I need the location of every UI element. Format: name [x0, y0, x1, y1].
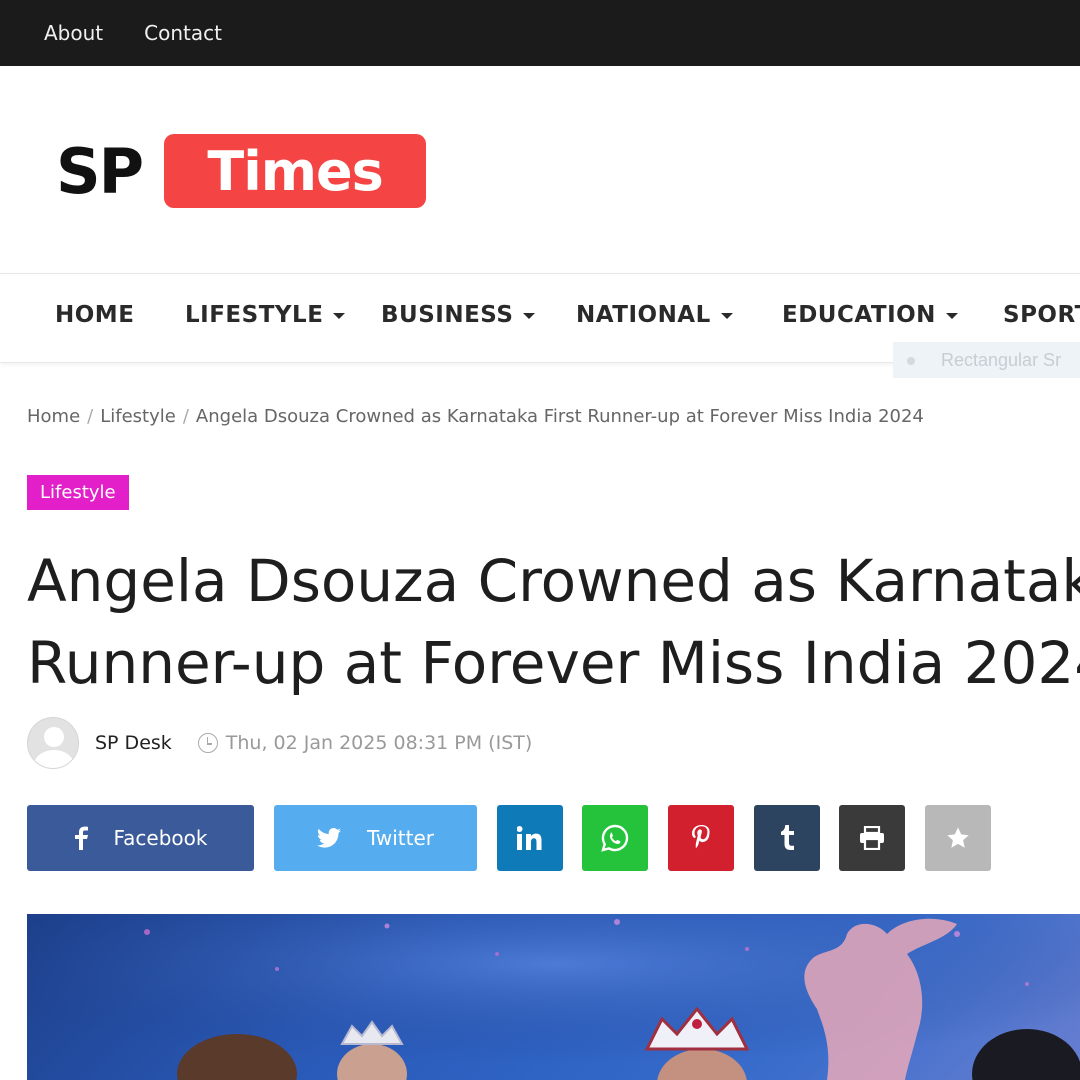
- nav-business-label: BUSINESS: [381, 302, 514, 328]
- nav-item-national[interactable]: NATIONAL: [576, 302, 733, 328]
- article-title-line-1: Angela Dsouza Crowned as Karnatak: [27, 547, 1080, 615]
- nav-home-label: HOME: [55, 302, 135, 328]
- nav-item-business[interactable]: BUSINESS: [381, 302, 536, 328]
- breadcrumb-current: Angela Dsouza Crowned as Karnataka First…: [195, 406, 924, 427]
- hero-photo-graphic: [27, 914, 1080, 1080]
- clock-icon: [197, 733, 218, 753]
- about-link[interactable]: About: [44, 21, 103, 45]
- article-meta: SP Desk Thu, 02 Jan 2025 08:31 PM (IST): [27, 717, 532, 769]
- twitter-icon: [316, 828, 341, 848]
- nav-item-sports[interactable]: SPORT: [1003, 302, 1080, 328]
- star-icon: [946, 826, 970, 850]
- breadcrumb: Home / Lifestyle / Angela Dsouza Crowned as …: [27, 406, 924, 427]
- share-whatsapp-button[interactable]: [582, 805, 648, 871]
- avatar[interactable]: [27, 717, 79, 769]
- nav-national-label: NATIONAL: [576, 302, 711, 328]
- chevron-down-icon: [720, 312, 733, 319]
- article-hero-image: [27, 914, 1080, 1080]
- linkedin-icon: [517, 826, 543, 850]
- contact-link[interactable]: Contact: [144, 21, 222, 45]
- ad-placeholder: Rectangular Sr: [893, 342, 1080, 378]
- share-tumblr-button[interactable]: [754, 805, 820, 871]
- share-pinterest-button[interactable]: [668, 805, 734, 871]
- share-twitter-button[interactable]: Twitter: [274, 805, 477, 871]
- category-badge[interactable]: Lifestyle: [27, 475, 129, 510]
- breadcrumb-separator: /: [87, 406, 94, 427]
- ad-placeholder-text: Rectangular Sr: [941, 350, 1062, 370]
- nav-sports-label: SPORT: [1003, 302, 1080, 328]
- top-bar: About Contact: [0, 0, 1080, 66]
- share-facebook-button[interactable]: Facebook: [27, 805, 254, 871]
- breadcrumb-home[interactable]: Home: [27, 406, 80, 427]
- printer-icon: [859, 826, 885, 850]
- chevron-down-icon: [523, 312, 536, 319]
- nav-education-label: EDUCATION: [782, 302, 936, 328]
- twitter-label: Twitter: [366, 826, 435, 850]
- facebook-icon: [74, 826, 88, 850]
- chevron-down-icon: [333, 312, 346, 319]
- share-linkedin-button[interactable]: [497, 805, 563, 871]
- facebook-label: Facebook: [113, 826, 208, 850]
- nav-item-home[interactable]: HOME: [55, 302, 134, 328]
- chevron-down-icon: [945, 312, 958, 319]
- breadcrumb-category[interactable]: Lifestyle: [100, 406, 176, 427]
- logo-sp-text: SP: [56, 134, 144, 208]
- print-button[interactable]: [839, 805, 905, 871]
- site-logo[interactable]: SP Times: [56, 134, 427, 208]
- logo-times-text: Times: [164, 134, 427, 208]
- article-title-line-2: Runner-up at Forever Miss India 2024: [27, 629, 1080, 697]
- breadcrumb-separator: /: [182, 406, 189, 427]
- nav-item-education[interactable]: EDUCATION: [782, 302, 958, 328]
- ad-dot-icon: [907, 357, 915, 366]
- tumblr-icon: [779, 825, 795, 851]
- favorite-button[interactable]: [925, 805, 991, 871]
- publish-date: Thu, 02 Jan 2025 08:31 PM (IST): [225, 732, 533, 754]
- author-name[interactable]: SP Desk: [95, 732, 172, 754]
- whatsapp-icon: [601, 824, 629, 852]
- pinterest-icon: [691, 825, 711, 851]
- nav-lifestyle-label: LIFESTYLE: [185, 302, 324, 328]
- article-title: Angela Dsouza Crowned as Karnatak Runner…: [27, 540, 1080, 704]
- nav-item-lifestyle[interactable]: LIFESTYLE: [185, 302, 346, 328]
